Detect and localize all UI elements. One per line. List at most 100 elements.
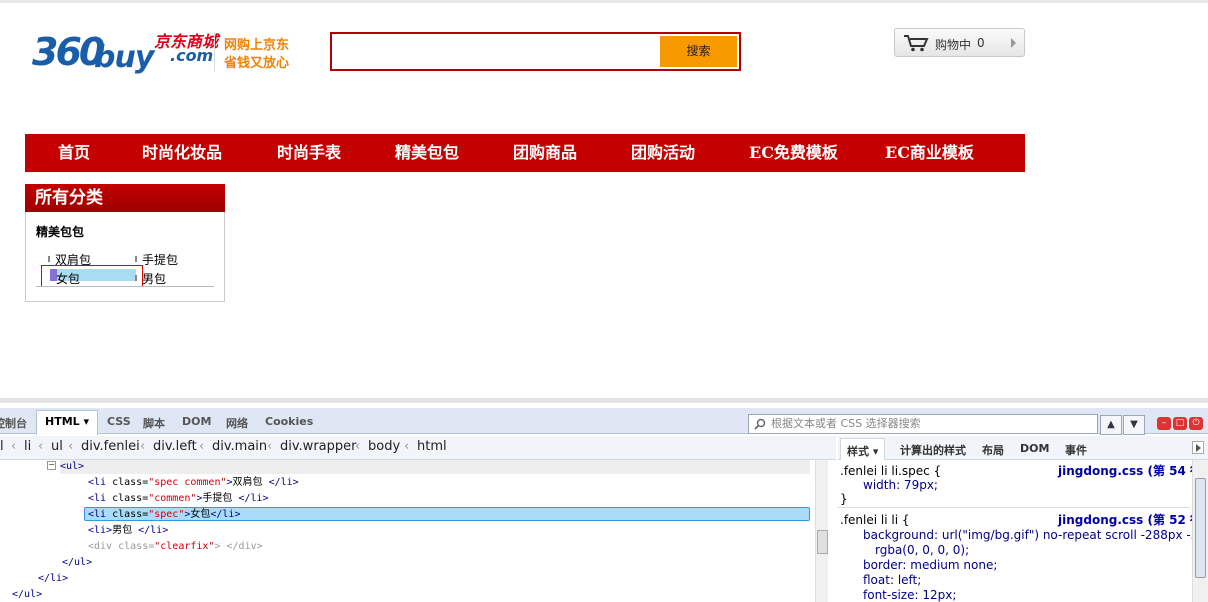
minimize-icon[interactable]: – xyxy=(1157,417,1171,430)
html-scrollbar[interactable] xyxy=(815,460,828,602)
cart-icon xyxy=(904,35,929,52)
collapse-toggle-icon[interactable]: − xyxy=(47,461,56,470)
css-property[interactable]: background: url("img/bg.gif") no-repeat … xyxy=(863,528,1208,542)
chevron-right-icon xyxy=(1011,38,1016,48)
css-property-continued: rgba(0, 0, 0, 0); xyxy=(875,543,970,557)
chevron-left-icon: ‹ xyxy=(11,439,17,454)
css-rule-divider xyxy=(838,507,1190,508)
css-property[interactable]: font-size: 12px; xyxy=(863,588,956,602)
chevron-left-icon: ‹ xyxy=(38,439,44,454)
category-item[interactable]: 手提包 xyxy=(135,251,178,268)
nav-item-home[interactable]: 首页 xyxy=(58,134,90,172)
nav-item-watches[interactable]: 时尚手表 xyxy=(277,134,341,172)
css-property[interactable]: width: 79px; xyxy=(863,478,938,492)
tree-node-li-close[interactable]: </li> xyxy=(38,572,68,586)
nav-item-group-products[interactable]: 团购商品 xyxy=(513,134,577,172)
breadcrumb-item[interactable]: body xyxy=(368,439,400,454)
breadcrumb-item[interactable]: div.left xyxy=(153,439,197,454)
main-nav: 首页 时尚化妆品 时尚手表 精美包包 团购商品 团购活动 EC免费模板 EC商业… xyxy=(25,134,1025,172)
search-button[interactable]: 搜索 xyxy=(660,36,737,67)
nav-item-ec-free[interactable]: EC免费模板 xyxy=(749,134,838,172)
top-border xyxy=(0,0,1208,3)
breadcrumb-item[interactable]: html xyxy=(417,439,447,454)
slogan-line1: 网购上京东 xyxy=(224,38,290,53)
tree-node-li[interactable]: <li class="commen">手提包 </li> xyxy=(88,492,269,506)
tab-cookies[interactable]: Cookies xyxy=(265,415,313,428)
css-property[interactable]: float: left; xyxy=(863,573,921,587)
category-subtitle[interactable]: 精美包包 xyxy=(36,223,84,240)
tab-events[interactable]: 事件 xyxy=(1065,442,1087,458)
tab-layout[interactable]: 布局 xyxy=(982,442,1004,458)
scrollbar-thumb[interactable] xyxy=(817,530,828,554)
nav-item-bags[interactable]: 精美包包 xyxy=(395,134,459,172)
logo-chinese: 京东商城 xyxy=(154,32,219,51)
tree-node-ul[interactable]: <ul> xyxy=(60,460,810,474)
nav-item-cosmetics[interactable]: 时尚化妆品 xyxy=(142,134,222,172)
tab-html[interactable]: HTML ▾ xyxy=(36,410,99,435)
tab-computed[interactable]: 计算出的样式 xyxy=(900,442,966,458)
bullet-icon xyxy=(48,256,50,262)
site-logo[interactable]: 360 buy .com 京东商城 网购上京东 省钱又放心 xyxy=(30,28,300,80)
tree-node-ul-close[interactable]: </ul> xyxy=(62,556,92,570)
category-item[interactable]: 双肩包 xyxy=(48,251,91,268)
slogan-line2: 省钱又放心 xyxy=(224,56,290,71)
chevron-left-icon: ‹ xyxy=(404,439,410,454)
breadcrumb-item[interactable]: div.fenlei xyxy=(81,439,140,454)
search-box: 搜索 xyxy=(330,32,741,71)
cart-count: 0 xyxy=(977,36,985,50)
devtools-search-input[interactable]: 根据文本或者 CSS 选择器搜索 xyxy=(748,414,1098,434)
breadcrumb: l ‹ li ‹ ul ‹ div.fenlei ‹ div.left ‹ di… xyxy=(0,436,836,460)
side-panel-menu-icon[interactable] xyxy=(1192,441,1204,454)
tab-css[interactable]: CSS xyxy=(107,415,131,428)
tree-node-div[interactable]: <div class="clearfix"> </div> xyxy=(88,540,263,554)
chevron-left-icon: ‹ xyxy=(355,439,361,454)
cart-button[interactable]: 购物中 0 xyxy=(894,28,1025,57)
tab-styles[interactable]: 样式 ▾ xyxy=(840,438,886,460)
detach-icon[interactable]: □ xyxy=(1173,417,1187,430)
tab-side-dom[interactable]: DOM xyxy=(1020,442,1049,455)
css-scrollbar[interactable] xyxy=(1192,460,1208,602)
scrollbar-thumb[interactable] xyxy=(1195,478,1206,578)
tab-network[interactable]: 网络 xyxy=(226,415,248,431)
css-rule-selector[interactable]: .fenlei li li { xyxy=(840,513,910,527)
search-prev-button[interactable]: ▲ xyxy=(1100,415,1122,435)
tab-script[interactable]: 脚本 xyxy=(143,415,165,431)
search-icon xyxy=(754,418,766,430)
logo-buy: buy xyxy=(94,40,154,75)
search-next-button[interactable]: ▼ xyxy=(1123,415,1145,435)
cart-label: 购物中 xyxy=(935,38,972,52)
breadcrumb-item[interactable]: li xyxy=(24,439,31,454)
category-item[interactable]: 女包 xyxy=(56,270,80,287)
css-property[interactable]: border: medium none; xyxy=(863,558,997,572)
nav-item-ec-business[interactable]: EC商业模板 xyxy=(885,134,974,172)
category-item[interactable]: 男包 xyxy=(135,270,166,287)
tree-node-li[interactable]: <li>男包 </li> xyxy=(88,524,168,538)
bullet-icon xyxy=(135,256,137,262)
search-input[interactable] xyxy=(334,36,660,67)
tab-console[interactable]: 控制台 xyxy=(0,415,27,431)
tab-dom[interactable]: DOM xyxy=(182,415,211,428)
search-placeholder: 根据文本或者 CSS 选择器搜索 xyxy=(771,417,921,430)
devtools-toolbar: 控制台 HTML ▾ CSS 脚本 DOM 网络 Cookies 根据文本或者 … xyxy=(0,408,1208,435)
bullet-icon xyxy=(135,275,137,281)
tree-node-li-selected[interactable]: <li class="spec">女包</li> xyxy=(84,507,810,521)
category-panel: 所有分类 精美包包 双肩包 手提包 女包 男包 xyxy=(25,184,225,302)
chevron-left-icon: ‹ xyxy=(267,439,273,454)
category-title: 所有分类 xyxy=(25,184,225,212)
breadcrumb-item[interactable]: div.wrapper xyxy=(280,439,356,454)
side-panel-tabs: 样式 ▾ 计算出的样式 布局 DOM 事件 xyxy=(838,436,1208,460)
chevron-left-icon: ‹ xyxy=(68,439,74,454)
css-rule-selector[interactable]: .fenlei li li.spec { xyxy=(840,464,941,478)
css-rule-close: } xyxy=(840,492,848,506)
css-rule-source-link[interactable]: jingdong.css (第 54 行) xyxy=(1058,464,1208,478)
css-rule-source-link[interactable]: jingdong.css (第 52 行) xyxy=(1058,513,1208,527)
chevron-left-icon: ‹ xyxy=(199,439,205,454)
tree-node-ul-close-outer[interactable]: </ul> xyxy=(12,588,42,602)
breadcrumb-item[interactable]: ul xyxy=(51,439,63,454)
nav-item-group-events[interactable]: 团购活动 xyxy=(631,134,695,172)
chevron-left-icon: ‹ xyxy=(140,439,146,454)
breadcrumb-item[interactable]: div.main xyxy=(212,439,267,454)
breadcrumb-item[interactable]: l xyxy=(0,439,4,454)
close-icon[interactable]: ⏻ xyxy=(1189,417,1203,430)
tree-node-li[interactable]: <li class="spec commen">双肩包 </li> xyxy=(88,476,299,490)
